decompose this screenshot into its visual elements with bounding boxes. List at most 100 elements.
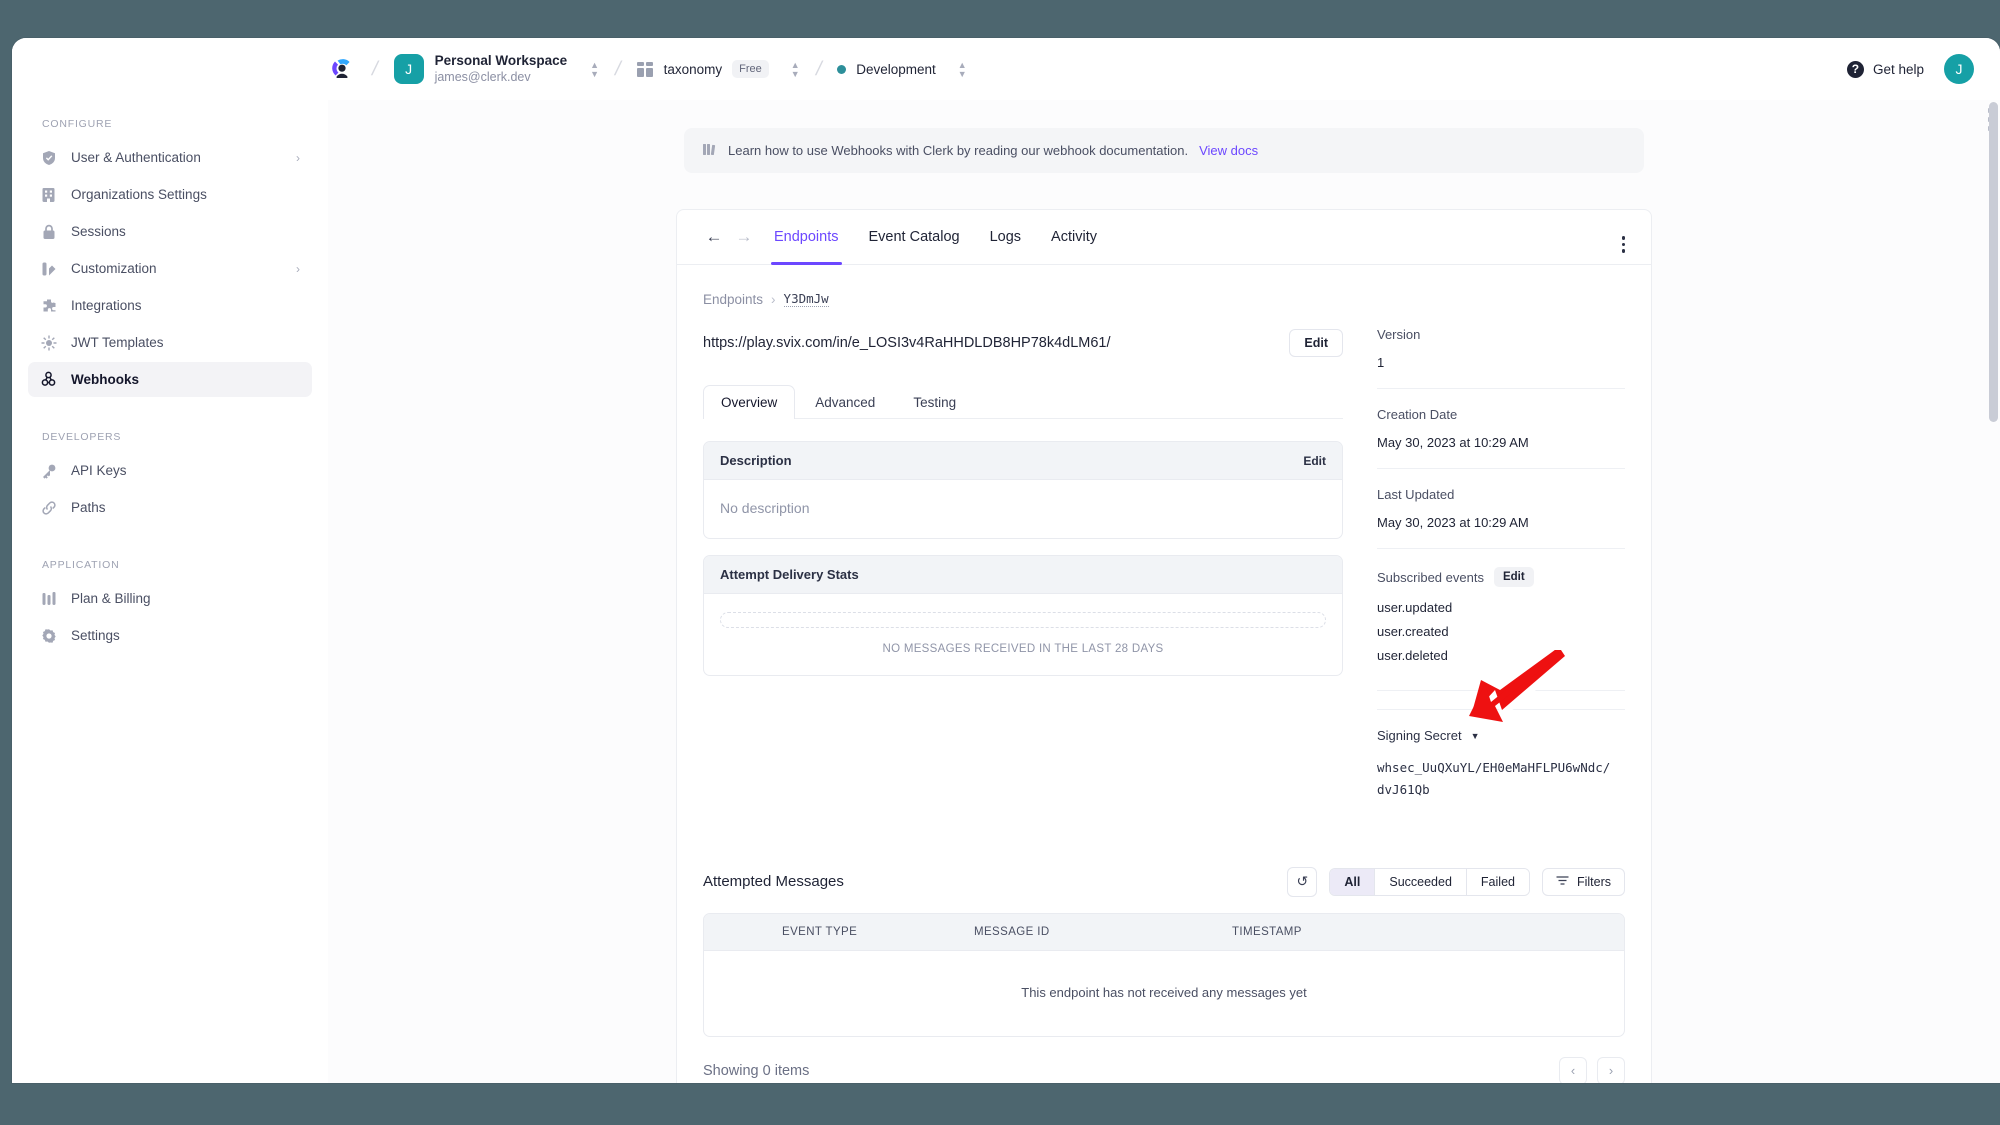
column-header-event-type: EVENT TYPE bbox=[782, 925, 858, 938]
tab-activity[interactable]: Activity bbox=[1036, 210, 1112, 265]
desktop-background: / J Personal Workspace james@clerk.dev ▲… bbox=[0, 0, 2000, 1125]
table-empty-message: This endpoint has not received any messa… bbox=[1021, 984, 1307, 1000]
attempted-messages-footer: Showing 0 items ‹ › bbox=[703, 1037, 1625, 1083]
last-updated-label: Last Updated bbox=[1377, 487, 1455, 502]
chevron-right-icon: › bbox=[296, 150, 300, 165]
link-icon bbox=[40, 499, 57, 516]
shield-icon bbox=[40, 149, 57, 166]
view-docs-link[interactable]: View docs bbox=[1199, 143, 1258, 158]
get-help-button[interactable]: ? Get help bbox=[1846, 60, 1924, 78]
environment-updown-icon[interactable]: ▲ ▼ bbox=[958, 60, 967, 78]
subtab-advanced[interactable]: Advanced bbox=[797, 385, 893, 419]
meta-version: Version 1 bbox=[1377, 291, 1625, 389]
workspace-updown-icon[interactable]: ▲ ▼ bbox=[590, 60, 599, 78]
chevron-right-icon[interactable]: › bbox=[1597, 1056, 1625, 1083]
filter-succeeded-button[interactable]: Succeeded bbox=[1375, 868, 1467, 895]
edit-description-button[interactable]: Edit bbox=[1303, 454, 1326, 468]
sidebar-item-organizations-settings[interactable]: Organizations Settings bbox=[28, 177, 312, 212]
version-value: 1 bbox=[1377, 355, 1385, 370]
filter-icon bbox=[1556, 875, 1569, 889]
breadcrumb-separator: › bbox=[771, 291, 776, 307]
stats-title: Attempt Delivery Stats bbox=[720, 567, 859, 582]
sidebar-item-settings[interactable]: Settings bbox=[28, 618, 312, 653]
chevron-down-icon: ▼ bbox=[1470, 730, 1480, 741]
workspace-avatar: J bbox=[393, 54, 424, 84]
building-icon bbox=[40, 186, 57, 203]
creation-date-label: Creation Date bbox=[1377, 407, 1458, 422]
sidebar-item-webhooks[interactable]: Webhooks bbox=[28, 362, 312, 397]
list-item: user.updated bbox=[1377, 600, 1453, 615]
stats-empty-note: NO MESSAGES RECEIVED IN THE LAST 28 DAYS bbox=[882, 643, 1164, 655]
sidebar-section-title-configure: CONFIGURE bbox=[42, 118, 113, 130]
tab-endpoints[interactable]: Endpoints bbox=[759, 210, 854, 265]
filter-all-button[interactable]: All bbox=[1330, 868, 1376, 895]
tab-logs[interactable]: Logs bbox=[975, 210, 1036, 265]
endpoint-url: https://play.svix.com/in/e_LOSI3v4RaHHDL… bbox=[703, 335, 1111, 351]
filters-button[interactable]: Filters bbox=[1541, 867, 1625, 896]
top-bar-right-group: ? Get help J bbox=[1846, 54, 1974, 84]
application-name: taxonomy bbox=[663, 61, 723, 77]
subtab-testing[interactable]: Testing bbox=[895, 385, 974, 419]
sidebar-item-label: Integrations bbox=[71, 298, 142, 313]
sidebar-item-sessions[interactable]: Sessions bbox=[28, 214, 312, 249]
scrollbar[interactable] bbox=[1989, 102, 1998, 1062]
attempted-messages-table: EVENT TYPE MESSAGE ID TIMESTAMP This end… bbox=[703, 912, 1625, 1037]
avatar[interactable]: J bbox=[1944, 54, 1974, 84]
palette-icon bbox=[40, 260, 57, 277]
scrollbar-thumb[interactable] bbox=[1989, 102, 1998, 422]
signing-secret-value: whsec_UuQXuYL/EH0eMaHFLPU6wNdc/dvJ61Qb bbox=[1377, 760, 1611, 797]
version-label: Version bbox=[1377, 327, 1421, 342]
chevron-left-icon[interactable]: ‹ bbox=[1559, 1056, 1587, 1083]
sidebar-item-customization[interactable]: Customization › bbox=[28, 251, 312, 286]
sidebar-item-api-keys[interactable]: API Keys bbox=[28, 453, 312, 488]
list-item: user.deleted bbox=[1377, 648, 1448, 663]
book-icon bbox=[703, 143, 717, 158]
main-content: Learn how to use Webhooks with Clerk by … bbox=[328, 100, 2000, 1083]
sidebar-section-title-developers: DEVELOPERS bbox=[42, 431, 122, 443]
sidebar-item-integrations[interactable]: Integrations bbox=[28, 288, 312, 323]
attempted-messages-title: Attempted Messages bbox=[703, 873, 844, 891]
sidebar-item-label: Paths bbox=[71, 500, 106, 515]
sidebar-item-user-authentication[interactable]: User & Authentication › bbox=[28, 140, 312, 175]
description-card-header: Description Edit bbox=[704, 442, 1342, 480]
signing-secret-toggle[interactable]: Signing Secret ▼ bbox=[1377, 728, 1625, 743]
attempted-messages-header: Attempted Messages ↺ All Succeeded Faile… bbox=[703, 866, 1625, 897]
workspace-name: Personal Workspace bbox=[434, 52, 568, 68]
sidebar-item-label: Webhooks bbox=[71, 372, 140, 387]
subscribed-events-label: Subscribed events bbox=[1377, 569, 1484, 585]
sidebar-item-jwt-templates[interactable]: JWT Templates bbox=[28, 325, 312, 360]
clerk-logo-icon[interactable] bbox=[328, 55, 356, 83]
tab-event-catalog[interactable]: Event Catalog bbox=[854, 210, 975, 265]
subtab-overview[interactable]: Overview bbox=[703, 385, 796, 419]
arrow-left-icon[interactable]: ← bbox=[699, 222, 729, 252]
description-card: Description Edit No description bbox=[703, 441, 1343, 539]
edit-endpoint-button[interactable]: Edit bbox=[1289, 329, 1343, 357]
application-updown-icon[interactable]: ▲ ▼ bbox=[791, 60, 800, 78]
environment-switcher[interactable]: Development ▲ ▼ bbox=[837, 60, 967, 78]
meta-subscribed-events: Subscribed events Edit user.updated user… bbox=[1377, 567, 1625, 691]
edit-subscribed-events-button[interactable]: Edit bbox=[1493, 567, 1534, 587]
workspace-switcher[interactable]: J Personal Workspace james@clerk.dev ▲ ▼ bbox=[393, 52, 599, 85]
filter-failed-button[interactable]: Failed bbox=[1466, 868, 1529, 895]
application-switcher[interactable]: taxonomy Free ▲ ▼ bbox=[636, 60, 800, 78]
browser-window: / J Personal Workspace james@clerk.dev ▲… bbox=[12, 38, 2000, 1083]
arrow-right-icon[interactable]: → bbox=[729, 222, 759, 252]
meta-signing-secret: Signing Secret ▼ whsec_UuQXuYL/EH0eMaHFL… bbox=[1377, 709, 1625, 819]
endpoint-meta-column: Version 1 Creation Date May 30, 2023 at … bbox=[1367, 236, 1625, 837]
divider-slash-1: / bbox=[369, 57, 381, 80]
breadcrumb-current[interactable]: Y3DmJw bbox=[783, 291, 829, 307]
sidebar-item-paths[interactable]: Paths bbox=[28, 490, 312, 525]
top-bar-left-group: / J Personal Workspace james@clerk.dev ▲… bbox=[12, 53, 967, 85]
subscribed-events-label-row: Subscribed events Edit bbox=[1377, 567, 1625, 587]
get-help-label: Get help bbox=[1872, 61, 1924, 77]
refresh-icon[interactable]: ↺ bbox=[1287, 866, 1318, 897]
sidebar-item-plan-billing[interactable]: Plan & Billing bbox=[28, 581, 312, 616]
notice-text: Learn how to use Webhooks with Clerk by … bbox=[728, 143, 1189, 158]
puzzle-icon bbox=[40, 297, 57, 314]
more-vertical-icon[interactable] bbox=[1616, 230, 1632, 259]
plan-badge: Free bbox=[732, 60, 769, 78]
breadcrumb-endpoints[interactable]: Endpoints bbox=[703, 292, 763, 307]
signing-secret-label: Signing Secret bbox=[1377, 728, 1462, 743]
sidebar-item-label: Sessions bbox=[71, 224, 126, 239]
top-bar: / J Personal Workspace james@clerk.dev ▲… bbox=[12, 38, 2000, 100]
